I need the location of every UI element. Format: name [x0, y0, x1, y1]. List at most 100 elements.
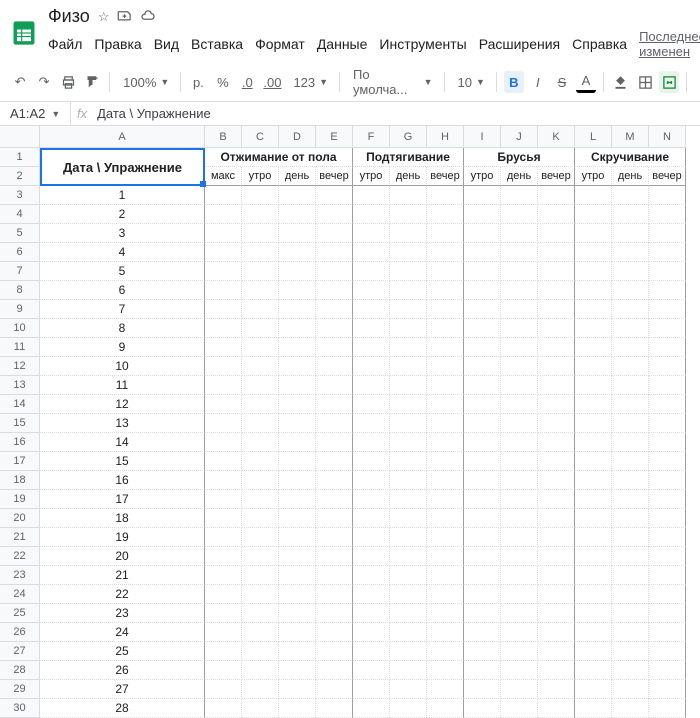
cell-B25[interactable]	[205, 604, 242, 623]
decrease-decimal-button[interactable]: .0	[237, 71, 257, 93]
cell-E20[interactable]	[316, 509, 353, 528]
row-header-12[interactable]: 12	[0, 357, 40, 376]
cell-C21[interactable]	[242, 528, 279, 547]
cell-K26[interactable]	[538, 623, 575, 642]
cell-E11[interactable]	[316, 338, 353, 357]
cell-N26[interactable]	[649, 623, 686, 642]
percent-button[interactable]: %	[213, 71, 233, 93]
merge-cells-button[interactable]	[659, 71, 679, 93]
cell-M26[interactable]	[612, 623, 649, 642]
cell-I26[interactable]	[464, 623, 501, 642]
cell-E26[interactable]	[316, 623, 353, 642]
col-header-A[interactable]: A	[40, 126, 205, 148]
menu-вставка[interactable]: Вставка	[191, 34, 243, 54]
row-header-11[interactable]: 11	[0, 338, 40, 357]
cell-L12[interactable]	[575, 357, 612, 376]
cell-A21[interactable]: 19	[40, 528, 205, 547]
row-header-2[interactable]: 2	[0, 167, 40, 186]
cell-D15[interactable]	[279, 414, 316, 433]
cell-I18[interactable]	[464, 471, 501, 490]
cell-M8[interactable]	[612, 281, 649, 300]
cell-G29[interactable]	[390, 680, 427, 699]
cell-D20[interactable]	[279, 509, 316, 528]
cell-I20[interactable]	[464, 509, 501, 528]
cell-K11[interactable]	[538, 338, 575, 357]
cell-K19[interactable]	[538, 490, 575, 509]
cell-K6[interactable]	[538, 243, 575, 262]
cell-M4[interactable]	[612, 205, 649, 224]
sub-header-2-0[interactable]: утро	[464, 167, 501, 186]
cell-I4[interactable]	[464, 205, 501, 224]
group-header-1[interactable]: Подтягивание	[353, 148, 464, 167]
cell-B21[interactable]	[205, 528, 242, 547]
cell-F28[interactable]	[353, 661, 390, 680]
cell-D27[interactable]	[279, 642, 316, 661]
cell-K25[interactable]	[538, 604, 575, 623]
cell-L8[interactable]	[575, 281, 612, 300]
cell-B28[interactable]	[205, 661, 242, 680]
cell-C4[interactable]	[242, 205, 279, 224]
cell-H27[interactable]	[427, 642, 464, 661]
cell-M30[interactable]	[612, 699, 649, 718]
cell-B13[interactable]	[205, 376, 242, 395]
col-header-M[interactable]: M	[612, 126, 649, 148]
cell-D4[interactable]	[279, 205, 316, 224]
cell-A10[interactable]: 8	[40, 319, 205, 338]
cell-D14[interactable]	[279, 395, 316, 414]
cell-N7[interactable]	[649, 262, 686, 281]
cell-G14[interactable]	[390, 395, 427, 414]
cell-D30[interactable]	[279, 699, 316, 718]
cell-I30[interactable]	[464, 699, 501, 718]
cell-G3[interactable]	[390, 186, 427, 205]
row-header-7[interactable]: 7	[0, 262, 40, 281]
col-header-F[interactable]: F	[353, 126, 390, 148]
cell-M16[interactable]	[612, 433, 649, 452]
cell-G12[interactable]	[390, 357, 427, 376]
cell-G30[interactable]	[390, 699, 427, 718]
cell-A8[interactable]: 6	[40, 281, 205, 300]
cell-D7[interactable]	[279, 262, 316, 281]
row-header-24[interactable]: 24	[0, 585, 40, 604]
cell-I17[interactable]	[464, 452, 501, 471]
cell-E9[interactable]	[316, 300, 353, 319]
row-header-23[interactable]: 23	[0, 566, 40, 585]
menu-данные[interactable]: Данные	[317, 34, 368, 54]
cell-A20[interactable]: 18	[40, 509, 205, 528]
cell-J26[interactable]	[501, 623, 538, 642]
cell-K10[interactable]	[538, 319, 575, 338]
cell-A23[interactable]: 21	[40, 566, 205, 585]
cell-F9[interactable]	[353, 300, 390, 319]
cell-B30[interactable]	[205, 699, 242, 718]
cell-H25[interactable]	[427, 604, 464, 623]
cell-L21[interactable]	[575, 528, 612, 547]
cell-C17[interactable]	[242, 452, 279, 471]
row-header-30[interactable]: 30	[0, 699, 40, 718]
zoom-dropdown[interactable]: 100%▼	[117, 75, 173, 90]
cell-M20[interactable]	[612, 509, 649, 528]
cell-J21[interactable]	[501, 528, 538, 547]
cell-C9[interactable]	[242, 300, 279, 319]
cell-H30[interactable]	[427, 699, 464, 718]
cell-N27[interactable]	[649, 642, 686, 661]
sub-header-0-3[interactable]: вечер	[316, 167, 353, 186]
cell-A19[interactable]: 17	[40, 490, 205, 509]
cell-M9[interactable]	[612, 300, 649, 319]
cell-F10[interactable]	[353, 319, 390, 338]
cell-G17[interactable]	[390, 452, 427, 471]
cell-M17[interactable]	[612, 452, 649, 471]
sub-header-2-1[interactable]: день	[501, 167, 538, 186]
cell-C20[interactable]	[242, 509, 279, 528]
cell-K13[interactable]	[538, 376, 575, 395]
col-header-L[interactable]: L	[575, 126, 612, 148]
cell-M29[interactable]	[612, 680, 649, 699]
cell-L19[interactable]	[575, 490, 612, 509]
cell-H11[interactable]	[427, 338, 464, 357]
cell-M6[interactable]	[612, 243, 649, 262]
cell-K24[interactable]	[538, 585, 575, 604]
row-header-22[interactable]: 22	[0, 547, 40, 566]
cell-L29[interactable]	[575, 680, 612, 699]
cell-I11[interactable]	[464, 338, 501, 357]
cell-I29[interactable]	[464, 680, 501, 699]
row-header-16[interactable]: 16	[0, 433, 40, 452]
cell-B6[interactable]	[205, 243, 242, 262]
